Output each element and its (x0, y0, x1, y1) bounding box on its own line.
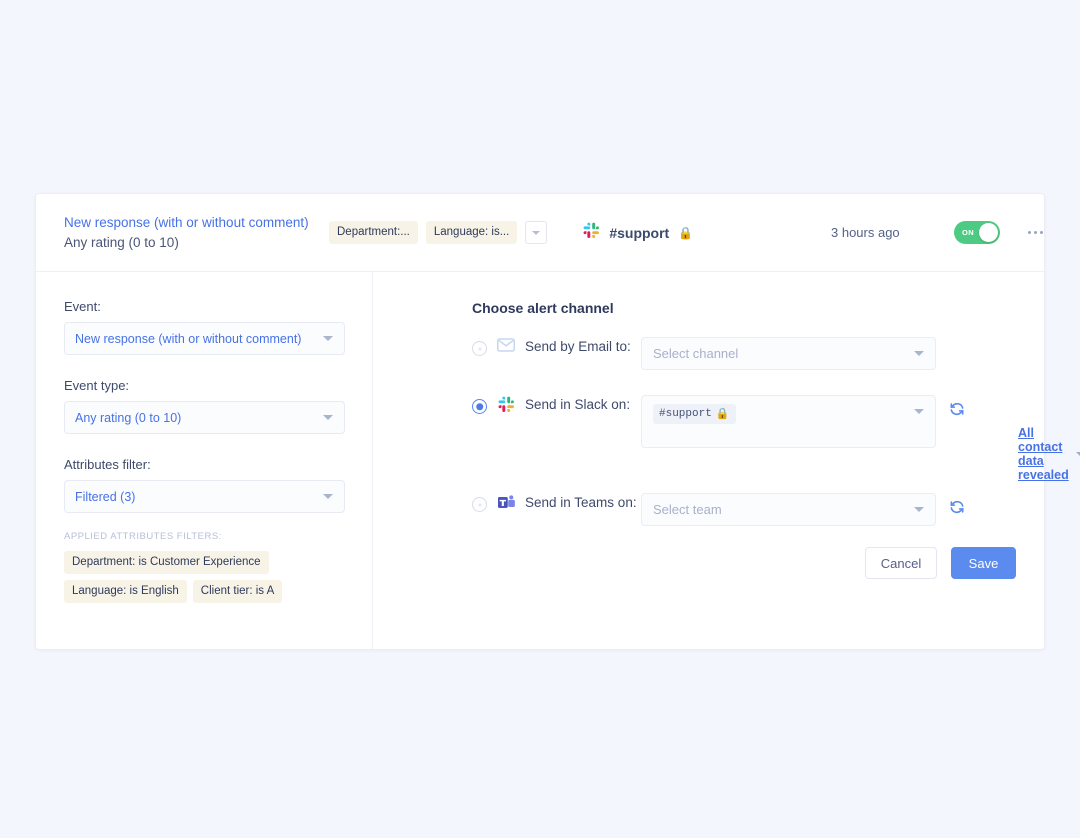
filter-chip-language[interactable]: Language: is English (64, 580, 187, 603)
envelope-icon (496, 338, 516, 352)
channel-label-teams: Send in Teams on: (525, 495, 637, 510)
header-subtitle: Any rating (0 to 10) (64, 235, 179, 250)
email-channel-select[interactable]: Select channel (641, 337, 936, 370)
chevron-down-icon (323, 494, 333, 499)
form-actions: Cancel Save (865, 547, 1016, 579)
kebab-dot (1040, 231, 1043, 234)
header-filter-chips: Department:... Language: is... (329, 221, 548, 244)
chevron-down-icon (914, 351, 924, 356)
event-select[interactable]: New response (with or without comment) (64, 322, 345, 355)
radio-slack[interactable] (472, 399, 487, 414)
lock-icon: 🔒 (678, 225, 694, 240)
event-label: Event: (64, 299, 101, 314)
chevron-down-icon (532, 230, 541, 235)
toggle-label: ON (962, 228, 975, 237)
chevron-down-icon (914, 409, 924, 414)
channel-row-email: Send by Email to: Select channel (472, 337, 1016, 370)
event-type-label: Event type: (64, 378, 130, 393)
choose-alert-channel-title: Choose alert channel (472, 300, 614, 316)
slack-icon (496, 396, 516, 413)
channel-label-slack: Send in Slack on: (525, 397, 631, 412)
teams-channel-placeholder: Select team (653, 502, 722, 517)
applied-filters-label: APPLIED ATTRIBUTES FILTERS: (64, 531, 222, 542)
page-background: New response (with or without comment) A… (0, 0, 1080, 838)
event-type-select[interactable]: Any rating (0 to 10) (64, 401, 345, 434)
header-titles: New response (with or without comment) A… (64, 213, 317, 252)
channel-row-slack: Send in Slack on: #support 🔒 (472, 395, 1016, 448)
attributes-filter-label: Attributes filter: (64, 457, 151, 472)
toggle-knob (979, 223, 998, 242)
radio-email[interactable] (472, 341, 487, 356)
left-pane: Event: New response (with or without com… (36, 272, 373, 650)
attributes-filter-select[interactable]: Filtered (3) (64, 480, 345, 513)
header-chip-department[interactable]: Department:... (329, 221, 418, 244)
chevron-down-icon (323, 415, 333, 420)
channel-row-teams: Send in Teams on: Select team (472, 493, 1016, 526)
chevron-down-icon[interactable] (1075, 452, 1080, 456)
applied-filter-chips: Department: is Customer Experience Langu… (64, 551, 349, 603)
cancel-button[interactable]: Cancel (865, 547, 937, 579)
filter-chip-client-tier[interactable]: Client tier: is A (192, 580, 283, 603)
header-more-chips-button[interactable] (525, 221, 548, 244)
teams-icon (496, 494, 516, 511)
all-contact-data-revealed-link[interactable]: All contact data revealed (1018, 426, 1069, 482)
rule-enabled-toggle[interactable]: ON (954, 221, 1000, 244)
header-timestamp: 3 hours ago (831, 225, 900, 240)
email-channel-placeholder: Select channel (653, 346, 739, 361)
save-button[interactable]: Save (951, 547, 1016, 579)
header-channel-name: #support (609, 224, 670, 241)
attributes-filter-value: Filtered (3) (75, 489, 136, 504)
card-header: New response (with or without comment) A… (36, 194, 1044, 272)
right-pane: Choose alert channel Send by Email to: S… (373, 272, 1080, 650)
slack-channel-token[interactable]: #support 🔒 (653, 404, 736, 424)
slack-channel-token-label: #support (659, 408, 712, 420)
slack-channel-select[interactable]: #support 🔒 (641, 395, 936, 448)
radio-teams[interactable] (472, 497, 487, 512)
card-body: Event: New response (with or without com… (36, 272, 1080, 650)
header-title[interactable]: New response (with or without comment) (64, 213, 317, 232)
slack-icon (583, 222, 600, 244)
header-channel: #support 🔒 (583, 222, 693, 244)
alert-rule-card: New response (with or without comment) A… (35, 193, 1080, 650)
chevron-down-icon (323, 336, 333, 341)
channel-label-email: Send by Email to: (525, 339, 631, 354)
kebab-dot (1034, 231, 1037, 234)
refresh-icon[interactable] (949, 499, 965, 520)
header-chip-language[interactable]: Language: is... (425, 221, 518, 244)
event-select-value: New response (with or without comment) (75, 331, 302, 346)
kebab-dot (1028, 231, 1031, 234)
lock-icon: 🔒 (715, 409, 730, 421)
teams-channel-select[interactable]: Select team (641, 493, 936, 526)
chevron-down-icon (914, 507, 924, 512)
kebab-menu-icon[interactable] (1028, 231, 1043, 234)
refresh-icon[interactable] (949, 401, 965, 422)
contact-data-reveal-row: All contact data revealed (1018, 426, 1080, 482)
event-type-select-value: Any rating (0 to 10) (75, 410, 182, 425)
filter-chip-department[interactable]: Department: is Customer Experience (64, 551, 269, 574)
